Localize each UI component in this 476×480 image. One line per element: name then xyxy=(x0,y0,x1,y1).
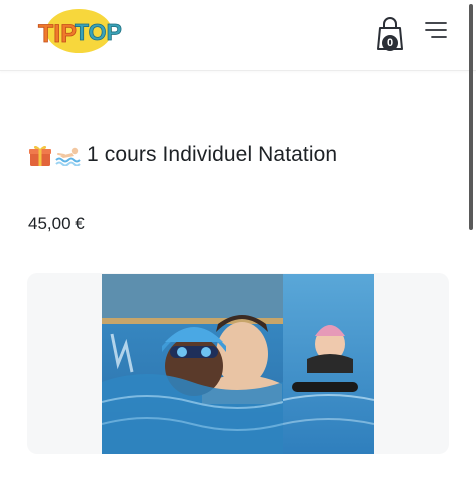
svg-text:TOP: TOP xyxy=(75,19,122,45)
product-title-row: 1 cours Individuel Natation xyxy=(28,143,337,167)
svg-text:TIP: TIP xyxy=(38,20,77,48)
header: TIP TOP 0 xyxy=(0,0,476,71)
product-title: 1 cours Individuel Natation xyxy=(87,143,338,166)
scrollbar[interactable] xyxy=(469,4,473,230)
cart-count-badge: 0 xyxy=(382,35,398,51)
tiptop-logo[interactable]: TIP TOP xyxy=(32,4,122,56)
product-image-card[interactable] xyxy=(27,273,449,454)
gift-icon xyxy=(29,145,51,166)
swimmer-icon xyxy=(55,147,81,166)
product-photo[interactable] xyxy=(102,274,374,454)
product-price: 45,00 € xyxy=(28,214,85,233)
hamburger-menu-icon[interactable] xyxy=(424,18,448,42)
